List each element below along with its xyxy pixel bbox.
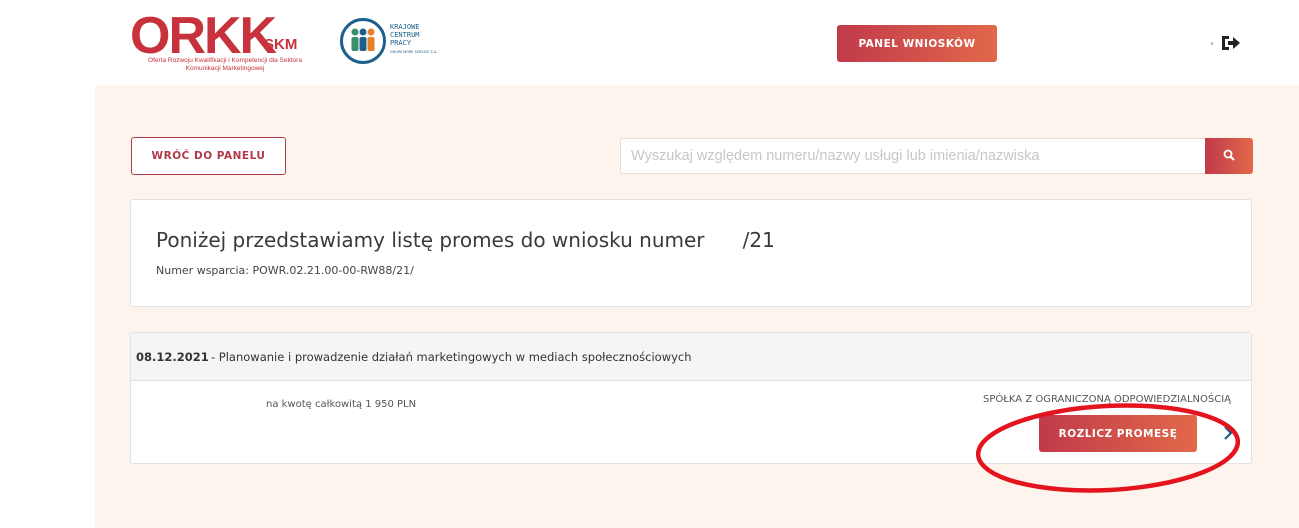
promise-service-name: - Planowanie i prowadzenie działań marke… xyxy=(211,350,692,364)
annotation-highlight-ellipse xyxy=(975,403,1241,493)
kcp-logo-small-text: GRUPA MORE SERVICE S.A. xyxy=(390,50,438,54)
header: ORKK SKM Oferta Rozwoju Kwalifikacji i K… xyxy=(0,0,1299,85)
promise-amount: na kwotę całkowitą 1 950 PLN xyxy=(266,399,417,410)
orkk-logo-word: ORKK xyxy=(130,7,277,65)
search-icon xyxy=(1223,149,1235,164)
support-number: Numer wsparcia: POWR.02.21.00-00-RW88/21… xyxy=(156,264,414,277)
back-to-panel-button[interactable]: WRÓĆ DO PANELU xyxy=(131,137,286,175)
kcp-logo-text: KRAJOWE CENTRUM PRACY xyxy=(390,23,420,47)
orkk-logo-suffix: SKM xyxy=(264,36,298,53)
orkk-logo-subtitle: Oferta Rozwoju Kwalifikacji i Kompetencj… xyxy=(148,57,302,72)
search-input[interactable] xyxy=(620,138,1205,174)
search-button[interactable] xyxy=(1205,138,1253,174)
panel-wnioskow-button[interactable]: PANEL WNIOSKÓW xyxy=(837,25,997,62)
sign-out-icon[interactable] xyxy=(1220,32,1242,54)
separator-dot xyxy=(1211,42,1213,45)
info-card: Poniżej przedstawiamy listę promes do wn… xyxy=(130,199,1252,307)
promise-header: 08.12.2021 - Planowanie i prowadzenie dz… xyxy=(131,333,1251,381)
promise-date: 08.12.2021 xyxy=(136,350,209,364)
orkk-logo[interactable]: ORKK SKM Oferta Rozwoju Kwalifikacji i K… xyxy=(130,8,320,88)
kcp-logo-emblem xyxy=(340,18,386,64)
page-title: Poniżej przedstawiamy listę promes do wn… xyxy=(156,228,775,252)
kcp-logo: KRAJOWE CENTRUM PRACY GRUPA MORE SERVICE… xyxy=(340,18,460,70)
